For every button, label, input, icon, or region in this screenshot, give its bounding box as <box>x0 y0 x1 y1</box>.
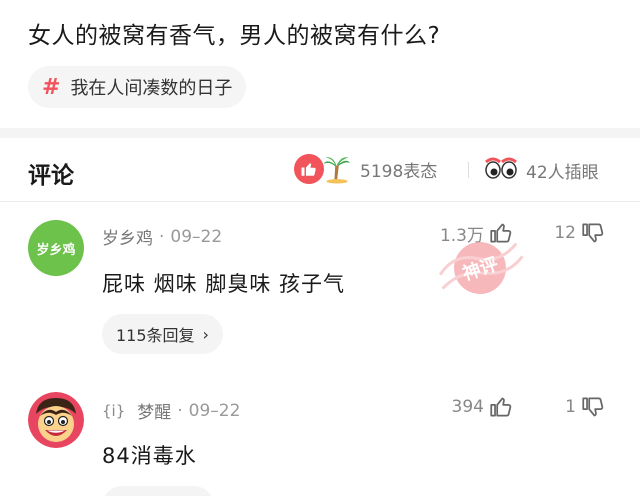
palm-tree-icon <box>322 154 352 184</box>
downvote-button[interactable]: 12 <box>554 220 606 246</box>
plug-summary[interactable]: 42人插眼 <box>484 154 599 186</box>
downvote-button[interactable]: 1 <box>565 394 606 420</box>
comment-item: 岁乡鸡 岁乡鸡 · 09–22 1.3万 12 屁味 烟味 脚臭味 孩子气 11… <box>0 202 640 372</box>
view-replies-button[interactable] <box>102 486 214 496</box>
replies-label: 115条回复 <box>116 326 195 345</box>
reactions-count: 5198表态 <box>360 161 438 182</box>
plug-count: 42人插眼 <box>526 162 599 183</box>
post-title: 女人的被窝有香气，男人的被窝有什么? <box>28 23 441 49</box>
god-comment-stamp: 神评 <box>438 242 524 294</box>
meta-separator: · <box>177 400 183 421</box>
meta-separator: · <box>159 226 165 247</box>
comments-header: 评论 5198表态 42人插眼 <box>0 138 640 202</box>
eyes-icon <box>484 154 518 186</box>
comments-title: 评论 <box>28 163 74 189</box>
avatar[interactable]: 岁乡鸡 <box>28 220 84 276</box>
upvote-button[interactable]: 394 <box>452 394 514 420</box>
avatar[interactable] <box>28 392 84 448</box>
chevron-right-icon: › <box>202 324 209 344</box>
thumb-down-icon <box>582 223 604 243</box>
comment-date: 09–22 <box>188 400 241 421</box>
header-separator <box>468 162 469 178</box>
comment-date: 09–22 <box>170 226 223 247</box>
section-divider <box>0 128 640 138</box>
user-prefix: {i} <box>102 401 126 420</box>
topic-tag[interactable]: # 我在人间凑数的日子 <box>28 66 247 108</box>
downvote-count: 12 <box>554 223 576 243</box>
thumb-up-icon <box>490 397 512 417</box>
topic-label: 我在人间凑数的日子 <box>70 78 233 99</box>
username[interactable]: 梦醒 <box>137 398 171 423</box>
cartoon-face-icon <box>28 392 84 448</box>
thumb-up-reaction-icon <box>294 154 324 184</box>
comment-item: {i} 梦醒 · 09–22 394 1 84消毒水 <box>0 380 640 496</box>
avatar-text: 岁乡鸡 <box>36 242 76 258</box>
view-replies-button[interactable]: 115条回复 › <box>102 314 223 354</box>
hash-icon: # <box>42 74 61 100</box>
comment-meta: {i} 梦醒 · 09–22 <box>102 398 241 424</box>
username[interactable]: 岁乡鸡 <box>102 224 153 249</box>
downvote-count: 1 <box>565 397 576 417</box>
thumb-down-icon <box>582 397 604 417</box>
comment-text: 84消毒水 <box>102 444 197 468</box>
reactions-summary[interactable]: 5198表态 <box>294 154 437 184</box>
upvote-count: 394 <box>451 397 484 417</box>
comment-text: 屁味 烟味 脚臭味 孩子气 <box>102 272 346 296</box>
comment-meta: 岁乡鸡 · 09–22 <box>102 224 223 250</box>
